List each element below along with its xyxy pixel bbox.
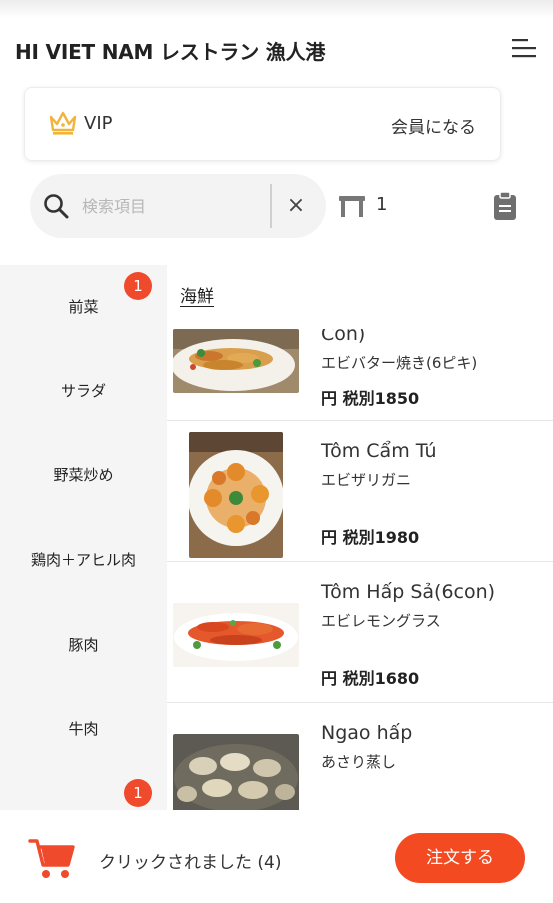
menu-item-subtitle: エビレモングラス bbox=[321, 612, 441, 630]
menu-item[interactable]: Tôm Cẩm Tú エビザリガニ 円 税別1980 bbox=[167, 422, 553, 562]
menu-item[interactable]: Ngao hấp あさり蒸し bbox=[167, 704, 553, 810]
menu-item-price: 円 税別1850 bbox=[321, 389, 420, 408]
vip-card[interactable]: VIP 会員になる bbox=[25, 88, 500, 160]
food-image bbox=[173, 329, 299, 393]
table-number: 1 bbox=[376, 194, 388, 215]
clipboard-icon[interactable] bbox=[492, 190, 518, 222]
category-item[interactable]: 牛肉 bbox=[0, 687, 167, 771]
app-title: HI VIET NAM レストラン 漁人港 bbox=[15, 40, 326, 64]
food-image bbox=[173, 734, 299, 810]
menu-content: Con) エビバター焼き(6ピキ) 円 税別1850 海鮮 Tôm Cẩm Tú bbox=[167, 265, 553, 810]
cart-status: クリックされました (4) bbox=[99, 853, 282, 873]
clear-search-button[interactable]: × bbox=[278, 188, 314, 224]
cart-icon[interactable] bbox=[28, 837, 78, 881]
menu-item[interactable]: Tôm Hấp Sả(6con) エビレモングラス 円 税別1680 bbox=[167, 563, 553, 703]
search-input[interactable] bbox=[82, 192, 264, 220]
category-label: 前菜 bbox=[68, 298, 99, 316]
category-label: 鶏肉＋アヒル肉 bbox=[30, 551, 136, 569]
search-divider bbox=[270, 184, 272, 228]
category-item[interactable]: 野菜炒め bbox=[0, 433, 167, 517]
menu-icon[interactable] bbox=[508, 34, 540, 62]
top-shadow bbox=[0, 0, 553, 18]
search-icon bbox=[42, 192, 70, 220]
category-label: 野菜炒め bbox=[53, 466, 114, 484]
category-item[interactable]: 前菜 1 bbox=[0, 265, 167, 349]
food-image bbox=[173, 603, 299, 667]
menu-item-name: Ngao hấp bbox=[321, 722, 413, 744]
food-image bbox=[189, 432, 283, 558]
menu-item-subtitle: エビザリガニ bbox=[321, 471, 412, 489]
category-badge: 1 bbox=[124, 272, 152, 300]
section-header: 海鮮 bbox=[167, 265, 553, 329]
section-title: 海鮮 bbox=[180, 287, 214, 307]
category-label: 牛肉 bbox=[68, 720, 99, 738]
menu-item-subtitle: あさり蒸し bbox=[321, 753, 397, 771]
category-label: サラダ bbox=[60, 382, 106, 400]
header: HI VIET NAM レストラン 漁人港 bbox=[0, 26, 553, 72]
category-item[interactable]: 鶏肉＋アヒル肉 bbox=[0, 518, 167, 602]
menu-item-subtitle: エビバター焼き(6ピキ) bbox=[321, 354, 478, 372]
menu-item-name: Tôm Hấp Sả(6con) bbox=[321, 581, 496, 603]
become-member-link[interactable]: 会員になる bbox=[391, 113, 476, 138]
category-item[interactable]: 1 bbox=[0, 771, 167, 810]
order-button[interactable]: 注文する bbox=[395, 833, 525, 883]
category-item[interactable]: 豚肉 bbox=[0, 603, 167, 687]
category-item[interactable]: サラダ bbox=[0, 349, 167, 433]
category-label: 豚肉 bbox=[68, 636, 99, 654]
menu-item-name: Tôm Cẩm Tú bbox=[321, 440, 437, 462]
category-badge: 1 bbox=[124, 779, 152, 807]
search-bar: × bbox=[30, 174, 326, 238]
category-sidebar: 前菜 1 サラダ 野菜炒め 鶏肉＋アヒル肉 豚肉 牛肉 1 bbox=[0, 265, 167, 810]
menu-item-price: 円 税別1980 bbox=[321, 528, 420, 547]
vip-label: VIP bbox=[84, 113, 113, 134]
menu-item-price: 円 税別1680 bbox=[321, 669, 420, 688]
footer-bar: クリックされました (4) 注文する bbox=[0, 810, 553, 903]
crown-icon bbox=[48, 109, 78, 137]
table-icon bbox=[338, 193, 366, 219]
